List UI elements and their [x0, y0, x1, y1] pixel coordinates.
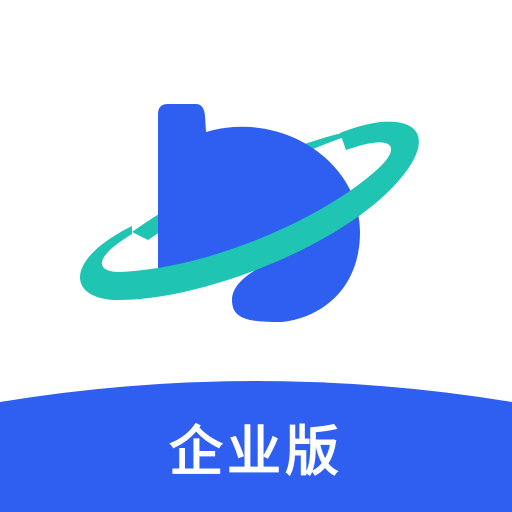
app-icon[interactable]: 企业版 — [0, 0, 512, 512]
edition-label: 企业版 — [169, 420, 343, 483]
